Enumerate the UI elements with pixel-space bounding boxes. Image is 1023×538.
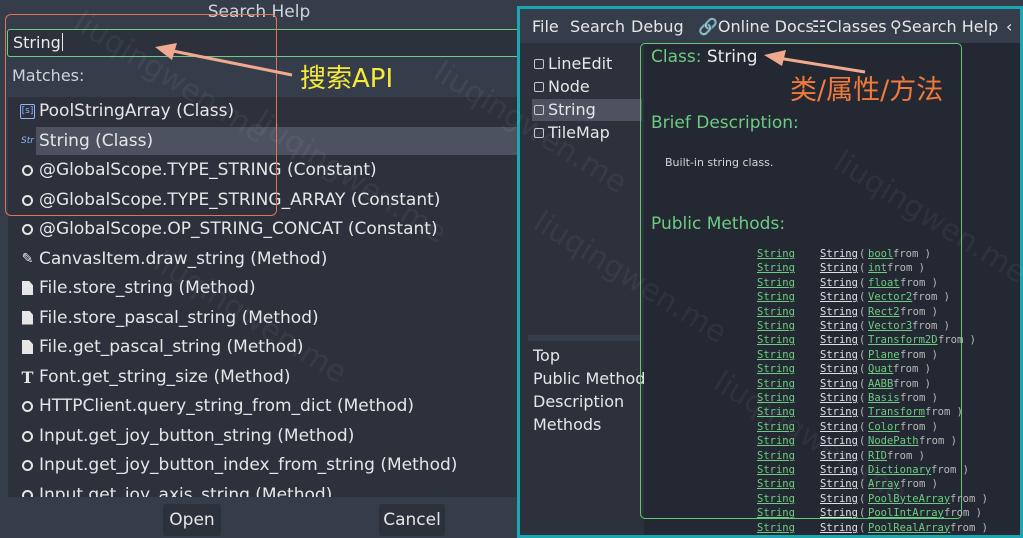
annotation-class-property-method: 类/属性/方法 [790,75,944,106]
